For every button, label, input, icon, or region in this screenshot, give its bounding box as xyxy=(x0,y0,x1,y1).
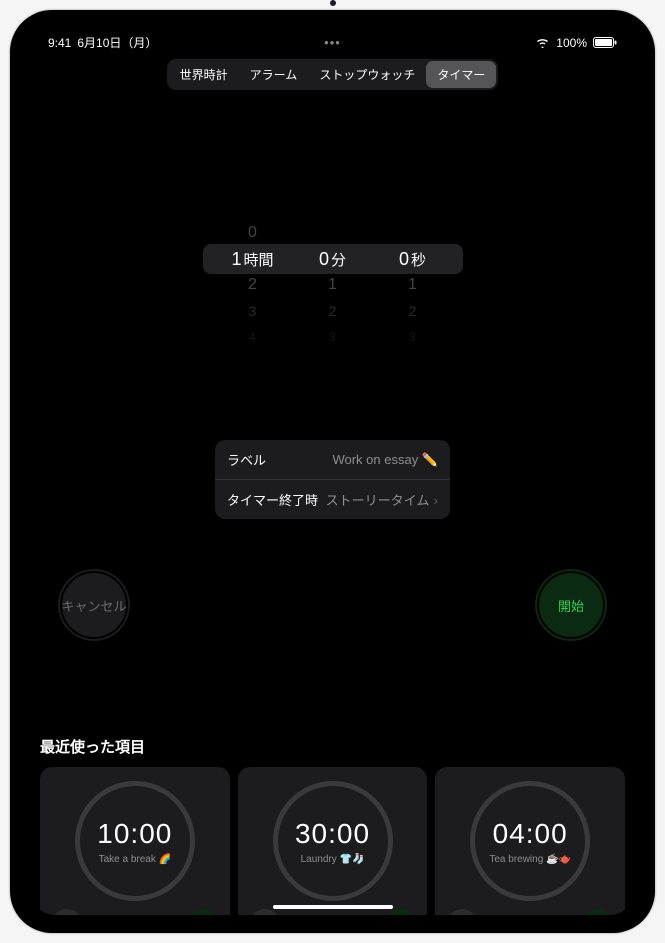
picker-minutes[interactable]: 0分 1 2 3 xyxy=(293,220,373,350)
status-date: 6月10日（月） xyxy=(77,34,157,51)
timer-settings: ラベル Work on essay ✏️ タイマー終了時 ストーリータイム › xyxy=(215,440,450,519)
recent-card: 30:00 Laundry 👕🧦 ✕ ▶ xyxy=(238,767,428,915)
controls-row: キャンセル 開始 xyxy=(28,569,637,641)
recent-play-button[interactable]: ▶ xyxy=(188,909,218,915)
recent-time: 30:00 xyxy=(295,818,370,850)
tab-bar: 世界時計 アラーム ストップウォッチ タイマー xyxy=(167,59,499,90)
recent-row: 10:00 Take a break 🌈 ✕ ▶ 30:00 Laundry 👕… xyxy=(40,767,625,915)
home-indicator[interactable] xyxy=(273,905,393,909)
chevron-right-icon: › xyxy=(433,492,438,508)
ipad-frame: ••• 9:41 6月10日（月） 100% 世界時計 アラーム ストップウォッ… xyxy=(10,10,655,933)
start-button[interactable]: 開始 xyxy=(535,569,607,641)
battery-percent: 100% xyxy=(556,36,587,50)
end-sound-row[interactable]: タイマー終了時 ストーリータイム › xyxy=(215,479,450,519)
status-time: 9:41 xyxy=(48,36,71,50)
time-picker[interactable]: 0 1時間 2 3 4 0分 1 2 3 0秒 1 2 xyxy=(28,220,637,350)
picker-hours[interactable]: 0 1時間 2 3 4 xyxy=(213,220,293,350)
recent-play-button[interactable]: ▶ xyxy=(583,909,613,915)
recent-card: 10:00 Take a break 🌈 ✕ ▶ xyxy=(40,767,230,915)
recent-play-button[interactable]: ▶ xyxy=(385,909,415,915)
recent-section: 最近使った項目 10:00 Take a break 🌈 ✕ ▶ 30:00 xyxy=(28,736,637,915)
recent-card: 04:00 Tea brewing ☕️🫖 ✕ ▶ xyxy=(435,767,625,915)
tab-timer[interactable]: タイマー xyxy=(426,61,496,88)
recent-label: Tea brewing ☕️🫖 xyxy=(485,854,575,865)
label-field-value: Work on essay ✏️ xyxy=(332,452,438,468)
recent-delete-button[interactable]: ✕ xyxy=(250,909,280,915)
recent-delete-button[interactable]: ✕ xyxy=(52,909,82,915)
battery-icon xyxy=(593,37,617,48)
timer-dial[interactable]: 10:00 Take a break 🌈 xyxy=(75,781,195,901)
screen: ••• 9:41 6月10日（月） 100% 世界時計 アラーム ストップウォッ… xyxy=(28,28,637,915)
end-sound-label: タイマー終了時 xyxy=(227,490,318,509)
recent-label: Take a break 🌈 xyxy=(95,854,176,865)
tab-world-clock[interactable]: 世界時計 xyxy=(169,61,239,88)
recent-time: 10:00 xyxy=(97,818,172,850)
multitask-dots[interactable]: ••• xyxy=(324,35,341,50)
label-row[interactable]: ラベル Work on essay ✏️ xyxy=(215,440,450,479)
recent-title: 最近使った項目 xyxy=(40,736,625,757)
label-field-label: ラベル xyxy=(227,450,266,469)
end-sound-value: ストーリータイム xyxy=(326,490,430,509)
recent-time: 04:00 xyxy=(493,818,568,850)
timer-area: 0 1時間 2 3 4 0分 1 2 3 0秒 1 2 xyxy=(28,220,637,641)
wifi-icon xyxy=(535,37,550,48)
cancel-button[interactable]: キャンセル xyxy=(58,569,130,641)
tab-stopwatch[interactable]: ストップウォッチ xyxy=(308,61,426,88)
front-camera xyxy=(330,0,336,6)
tab-alarm[interactable]: アラーム xyxy=(239,61,309,88)
recent-delete-button[interactable]: ✕ xyxy=(447,909,477,915)
picker-seconds[interactable]: 0秒 1 2 3 xyxy=(373,220,453,350)
recent-label: Laundry 👕🧦 xyxy=(297,854,369,865)
timer-dial[interactable]: 04:00 Tea brewing ☕️🫖 xyxy=(470,781,590,901)
timer-dial[interactable]: 30:00 Laundry 👕🧦 xyxy=(273,781,393,901)
